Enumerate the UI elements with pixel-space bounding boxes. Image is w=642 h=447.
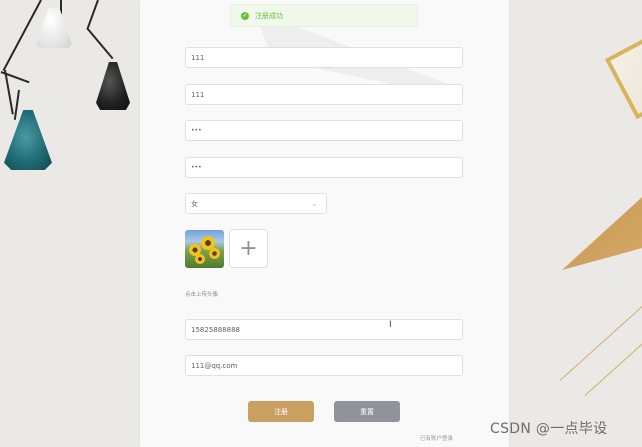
- gold-line-decor: [559, 299, 642, 381]
- gold-line-decor: [584, 334, 642, 396]
- sunflower-graphic: [209, 248, 220, 259]
- username-input[interactable]: 111: [185, 47, 463, 68]
- login-link[interactable]: 已有账户登录: [420, 434, 453, 442]
- email-input[interactable]: 111@qq.com: [185, 355, 463, 376]
- reset-button[interactable]: 重置: [334, 401, 400, 422]
- avatar-upload-hint: 点击上传头像: [185, 292, 219, 298]
- gender-value: 女: [191, 199, 198, 208]
- csdn-watermark: CSDN @一点毕设: [490, 421, 608, 437]
- success-toast: ✓ 注册成功: [230, 4, 418, 27]
- teal-pendant-lamp-image: [4, 110, 52, 170]
- sunflower-graphic: [195, 254, 205, 264]
- lamp-wire: [86, 0, 99, 29]
- avatar-upload-button[interactable]: +: [229, 229, 268, 268]
- black-pendant-lamp-image: [96, 62, 130, 110]
- chevron-down-icon: ⌄: [311, 199, 318, 208]
- nickname-input[interactable]: 111: [185, 84, 463, 105]
- confirm-password-input[interactable]: •••: [185, 157, 463, 178]
- text-cursor-icon: I: [389, 320, 392, 330]
- phone-input[interactable]: 15825888888: [185, 319, 463, 340]
- check-circle-icon: ✓: [241, 11, 249, 20]
- white-pendant-lamp-image: [36, 8, 72, 48]
- plus-icon: +: [239, 235, 258, 261]
- gold-triangle-decor: [562, 188, 642, 270]
- register-button[interactable]: 注册: [248, 401, 314, 422]
- avatar-preview-image[interactable]: [185, 230, 224, 268]
- gender-select[interactable]: 女 ⌄: [185, 193, 327, 214]
- lamp-wire: [2, 0, 42, 72]
- lamp-wire: [86, 27, 114, 60]
- password-input[interactable]: •••: [185, 120, 463, 141]
- gold-frame-decor: [604, 36, 642, 120]
- toast-message: 注册成功: [255, 11, 283, 20]
- lamp-wire: [13, 89, 20, 120]
